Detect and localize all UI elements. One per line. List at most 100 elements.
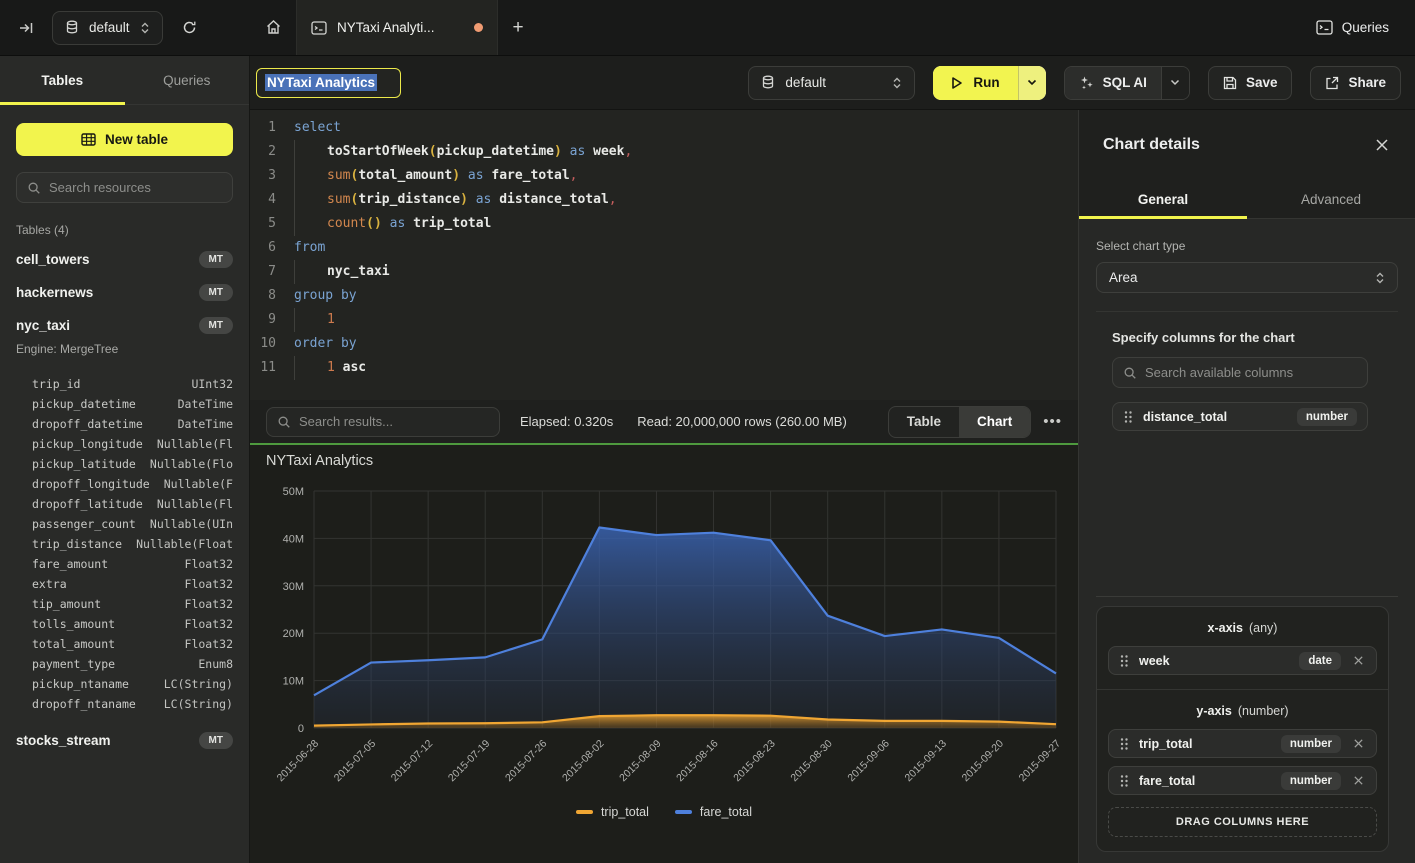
sidebar-tabs: Tables Queries bbox=[0, 56, 249, 105]
svg-text:2015-07-12: 2015-07-12 bbox=[389, 738, 436, 785]
tab-advanced[interactable]: Advanced bbox=[1247, 180, 1415, 218]
column-row[interactable]: tip_amountFloat32 bbox=[0, 594, 249, 614]
code-token: as bbox=[476, 188, 492, 212]
column-name: dropoff_ntaname bbox=[32, 697, 136, 711]
save-button[interactable]: Save bbox=[1208, 66, 1293, 100]
column-type: Float32 bbox=[185, 577, 233, 591]
column-chip-trip_total[interactable]: trip_totalnumber bbox=[1108, 729, 1377, 758]
drag-handle-icon[interactable] bbox=[1119, 774, 1129, 788]
svg-text:2015-08-23: 2015-08-23 bbox=[731, 738, 778, 785]
column-row[interactable]: dropoff_ntanameLC(String) bbox=[0, 694, 249, 714]
column-name: dropoff_latitude bbox=[32, 497, 143, 511]
sql-editor[interactable]: 1select2toStartOfWeek(pickup_datetime) a… bbox=[250, 110, 1078, 400]
chevron-up-down-icon bbox=[140, 21, 150, 35]
drag-handle-icon[interactable] bbox=[1119, 654, 1129, 668]
run-options-caret[interactable] bbox=[1018, 66, 1046, 100]
table-row[interactable]: stocks_streamMT bbox=[0, 724, 249, 757]
queries-console-icon bbox=[1316, 20, 1333, 35]
column-row[interactable]: trip_idUInt32 bbox=[0, 374, 249, 394]
column-row[interactable]: pickup_latitudeNullable(Flo bbox=[0, 454, 249, 474]
column-row[interactable]: fare_amountFloat32 bbox=[0, 554, 249, 574]
legend-item-trip_total[interactable]: trip_total bbox=[576, 805, 649, 819]
chart-panel: NYTaxi Analytics 010M20M30M40M50M2015-06… bbox=[250, 445, 1078, 863]
table-row[interactable]: hackernewsMT bbox=[0, 276, 249, 309]
column-row[interactable]: total_amountFloat32 bbox=[0, 634, 249, 654]
column-name: pickup_ntaname bbox=[32, 677, 129, 691]
drag-columns-dropzone[interactable]: DRAG COLUMNS HERE bbox=[1108, 807, 1377, 837]
unsaved-changes-dot bbox=[474, 23, 483, 32]
sql-ai-button[interactable]: SQL AI bbox=[1064, 66, 1190, 100]
close-panel-button[interactable] bbox=[1375, 138, 1389, 152]
column-row[interactable]: pickup_datetimeDateTime bbox=[0, 394, 249, 414]
column-row[interactable]: extraFloat32 bbox=[0, 574, 249, 594]
column-row[interactable]: dropoff_longitudeNullable(F bbox=[0, 474, 249, 494]
column-chip-fare_total[interactable]: fare_totalnumber bbox=[1108, 766, 1377, 795]
svg-text:2015-08-30: 2015-08-30 bbox=[788, 738, 835, 785]
table-row[interactable]: cell_towersMT bbox=[0, 243, 249, 276]
toolbar-database-selector[interactable]: default bbox=[748, 66, 915, 100]
columns-search-input[interactable] bbox=[1145, 365, 1357, 380]
chart-details-panel: Chart details General Advanced Select ch… bbox=[1078, 110, 1415, 863]
column-name: dropoff_longitude bbox=[32, 477, 150, 491]
new-tab-button[interactable]: + bbox=[498, 0, 538, 55]
column-chip-distance_total[interactable]: distance_totalnumber bbox=[1112, 402, 1368, 431]
column-row[interactable]: pickup_ntaname LC(String) bbox=[0, 674, 249, 694]
column-chip-week[interactable]: weekdate bbox=[1108, 646, 1377, 675]
column-row[interactable]: tolls_amountFloat32 bbox=[0, 614, 249, 634]
results-more-button[interactable]: ••• bbox=[1043, 413, 1062, 430]
column-row[interactable]: trip_distanceNullable(Float bbox=[0, 534, 249, 554]
column-type: Nullable(Fl bbox=[157, 497, 233, 511]
drag-handle-icon[interactable] bbox=[1123, 410, 1133, 424]
column-row[interactable]: dropoff_datetimeDateTime bbox=[0, 414, 249, 434]
divider bbox=[1097, 689, 1388, 690]
share-icon bbox=[1325, 76, 1339, 90]
area-chart[interactable]: 010M20M30M40M50M2015-06-282015-07-052015… bbox=[250, 471, 1078, 805]
results-search-input[interactable] bbox=[299, 414, 489, 429]
console-tab-icon bbox=[311, 21, 327, 35]
remove-column-button[interactable] bbox=[1351, 738, 1366, 749]
column-row[interactable]: pickup_longitudeNullable(Fl bbox=[0, 434, 249, 454]
chevron-down-icon bbox=[1170, 79, 1180, 86]
indent-guide bbox=[294, 212, 327, 236]
queries-button[interactable]: Queries bbox=[1316, 20, 1389, 35]
remove-column-button[interactable] bbox=[1351, 775, 1366, 786]
code-token: count bbox=[327, 212, 366, 236]
legend-item-fare_total[interactable]: fare_total bbox=[675, 805, 752, 819]
tab-general[interactable]: General bbox=[1079, 180, 1247, 218]
line-number: 5 bbox=[250, 212, 294, 236]
search-icon bbox=[277, 415, 291, 429]
new-table-button[interactable]: New table bbox=[16, 123, 233, 156]
column-type: Float32 bbox=[185, 597, 233, 611]
column-row[interactable]: dropoff_latitude Nullable(Fl bbox=[0, 494, 249, 514]
code-line: 10order by bbox=[250, 332, 1078, 356]
column-type: LC(String) bbox=[164, 677, 233, 691]
sidebar-tab-tables[interactable]: Tables bbox=[0, 56, 125, 104]
home-button[interactable] bbox=[250, 0, 296, 55]
code-token: select bbox=[294, 116, 341, 140]
code-token bbox=[382, 212, 390, 236]
drag-handle-icon[interactable] bbox=[1119, 737, 1129, 751]
view-toggle-table[interactable]: Table bbox=[889, 407, 959, 437]
line-number: 6 bbox=[250, 236, 294, 260]
column-row[interactable]: payment_typeEnum8 bbox=[0, 654, 249, 674]
sql-ai-caret[interactable] bbox=[1161, 67, 1189, 99]
collapse-sidebar-button[interactable] bbox=[14, 16, 38, 40]
remove-column-button[interactable] bbox=[1351, 655, 1366, 666]
sidebar-tab-queries[interactable]: Queries bbox=[125, 56, 250, 104]
column-row[interactable]: passenger_countNullable(UIn bbox=[0, 514, 249, 534]
code-token: week bbox=[593, 140, 624, 164]
run-button[interactable]: Run bbox=[933, 66, 1045, 100]
refresh-button[interactable] bbox=[177, 15, 202, 40]
table-row[interactable]: nyc_taxiMT bbox=[0, 309, 249, 342]
share-button[interactable]: Share bbox=[1310, 66, 1401, 100]
sidebar-search-input[interactable] bbox=[49, 180, 225, 195]
close-icon bbox=[1353, 738, 1364, 749]
query-title-input[interactable]: NYTaxi Analytics bbox=[256, 68, 401, 98]
chart-type-select[interactable]: Area bbox=[1096, 262, 1398, 293]
svg-text:10M: 10M bbox=[283, 676, 304, 688]
svg-text:20M: 20M bbox=[283, 628, 304, 640]
query-tab[interactable]: NYTaxi Analyti... bbox=[296, 0, 498, 55]
view-toggle-chart[interactable]: Chart bbox=[959, 407, 1030, 437]
topbar-database-selector[interactable]: default bbox=[52, 11, 163, 45]
chevron-up-down-icon bbox=[892, 76, 902, 90]
